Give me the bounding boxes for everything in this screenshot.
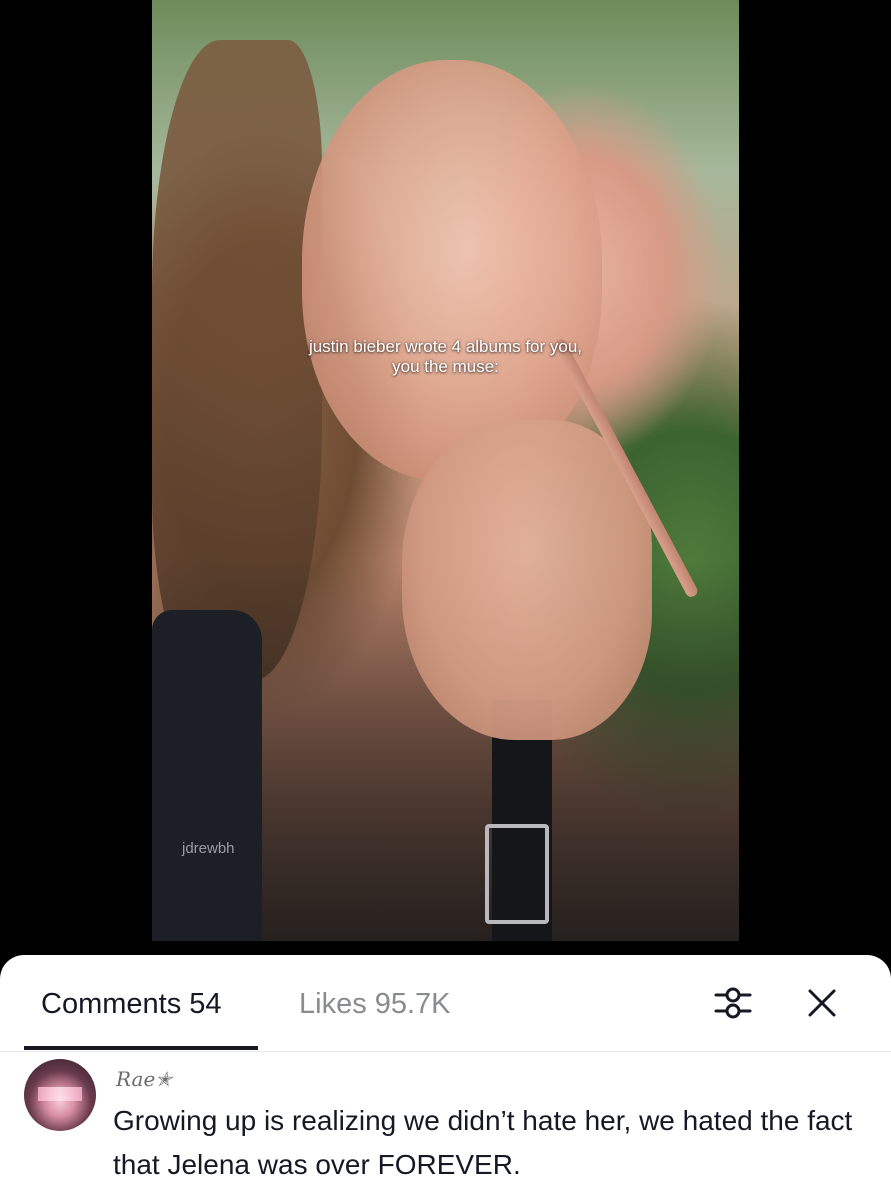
comment-item[interactable]: Rae✭ Growing up is realizing we didn’t h… — [0, 1055, 891, 1200]
avatar-image — [38, 1087, 82, 1101]
tab-comments-count: 54 — [189, 988, 222, 1020]
screen: justin bieber wrote 4 albums for you, yo… — [0, 0, 891, 1200]
sliders-icon — [714, 987, 752, 1019]
comments-sheet: Comments 54 Likes 95.7K Rae✭ Growing up … — [0, 955, 891, 1200]
tab-comments[interactable]: Comments 54 — [41, 987, 221, 1021]
video-hand — [402, 420, 652, 740]
video-buckle — [485, 824, 549, 924]
video-caption: justin bieber wrote 4 albums for you, yo… — [152, 337, 739, 377]
close-icon — [808, 989, 836, 1017]
video-clothing — [152, 610, 262, 941]
tab-likes-count: 95.7K — [374, 988, 451, 1020]
close-button[interactable] — [802, 983, 842, 1023]
filter-button[interactable] — [713, 983, 753, 1023]
comments-tabs: Comments 54 Likes 95.7K — [0, 955, 891, 1052]
comment-username[interactable]: Rae✭ — [116, 1067, 172, 1091]
comment-text: Growing up is realizing we didn’t hate h… — [113, 1105, 853, 1180]
tab-comments-label: Comments — [41, 988, 182, 1020]
video-face — [302, 60, 602, 480]
tab-likes[interactable]: Likes 95.7K — [299, 987, 451, 1021]
tab-likes-label: Likes — [299, 988, 367, 1020]
caption-line-2: you the muse: — [392, 357, 499, 376]
avatar[interactable] — [24, 1059, 96, 1131]
caption-line-1: justin bieber wrote 4 albums for you, — [308, 337, 583, 356]
video-player[interactable]: justin bieber wrote 4 albums for you, yo… — [152, 0, 739, 941]
active-tab-indicator — [24, 1046, 258, 1050]
video-watermark: jdrewbh — [182, 840, 235, 857]
